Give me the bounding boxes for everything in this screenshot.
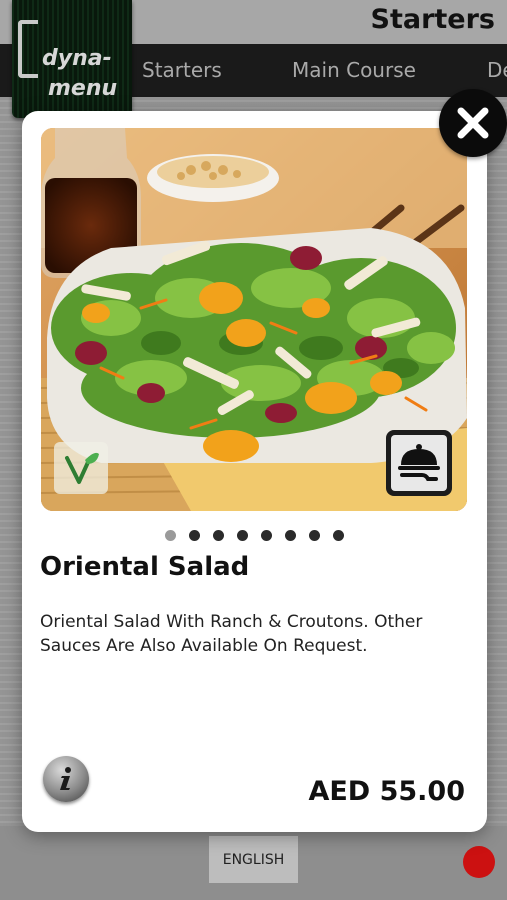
info-button[interactable] <box>43 756 89 802</box>
nav-item-main-course[interactable]: Main Course <box>292 58 416 82</box>
page-title: Starters <box>370 4 496 35</box>
item-price: AED 55.00 <box>308 776 465 807</box>
vegetarian-badge <box>54 442 108 494</box>
pager-dot[interactable] <box>309 530 320 541</box>
logo-text-bottom: menu <box>48 76 118 101</box>
logo-text-top: dyna- <box>42 46 112 71</box>
pager-dot[interactable] <box>333 530 344 541</box>
vegetarian-leaf-icon <box>65 452 99 484</box>
close-icon <box>457 107 489 139</box>
item-description: Oriental Salad With Ranch & Croutons. Ot… <box>40 612 423 656</box>
close-button[interactable] <box>439 89 507 157</box>
item-name: Oriental Salad <box>40 552 250 582</box>
serving-badge[interactable] <box>386 430 452 496</box>
nav-item-desserts[interactable]: De <box>487 58 507 82</box>
serving-badge-inner <box>391 435 447 491</box>
cloche-serving-icon <box>398 444 440 481</box>
pager-dot[interactable] <box>189 530 200 541</box>
info-icon <box>60 767 71 790</box>
language-button[interactable]: ENGLISH <box>209 836 298 883</box>
logo-bracket-mark <box>18 20 38 78</box>
pager-dot-active[interactable] <box>165 530 176 541</box>
status-dot[interactable] <box>463 846 495 878</box>
item-photo <box>41 128 467 511</box>
pager-dot[interactable] <box>237 530 248 541</box>
item-detail-modal: Oriental Salad Oriental Salad With Ranch… <box>22 111 487 832</box>
pager-dot[interactable] <box>213 530 224 541</box>
nav-item-starters[interactable]: Starters <box>142 58 222 82</box>
app-logo: dyna- menu <box>12 0 132 118</box>
pager-dot[interactable] <box>261 530 272 541</box>
pager-dot[interactable] <box>285 530 296 541</box>
image-pager <box>22 530 487 542</box>
